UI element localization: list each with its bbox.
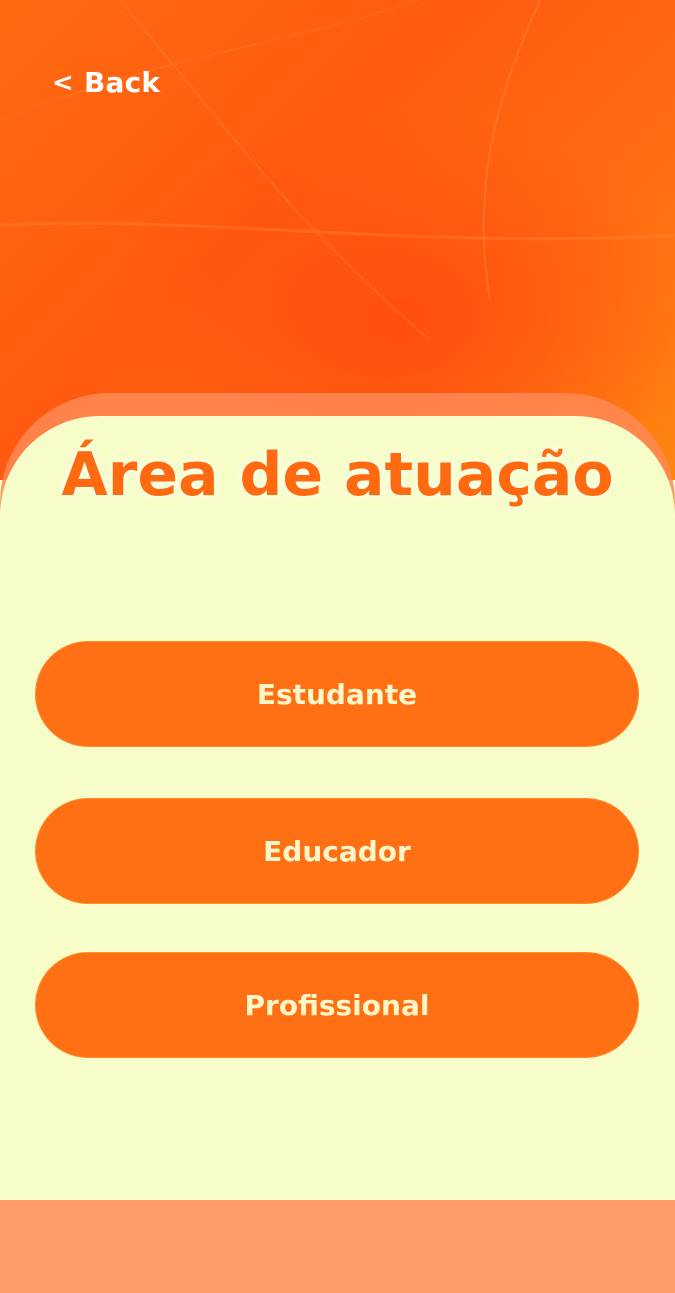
back-button[interactable]: < Back <box>52 66 160 99</box>
page-title: Área de atuação <box>61 440 614 510</box>
option-profissional-button[interactable]: Profissional <box>35 952 639 1058</box>
back-button-label: Back <box>84 66 161 99</box>
chevron-left-icon: < <box>52 67 74 98</box>
option-educador-button[interactable]: Educador <box>35 798 639 904</box>
option-estudante-button[interactable]: Estudante <box>35 641 639 747</box>
